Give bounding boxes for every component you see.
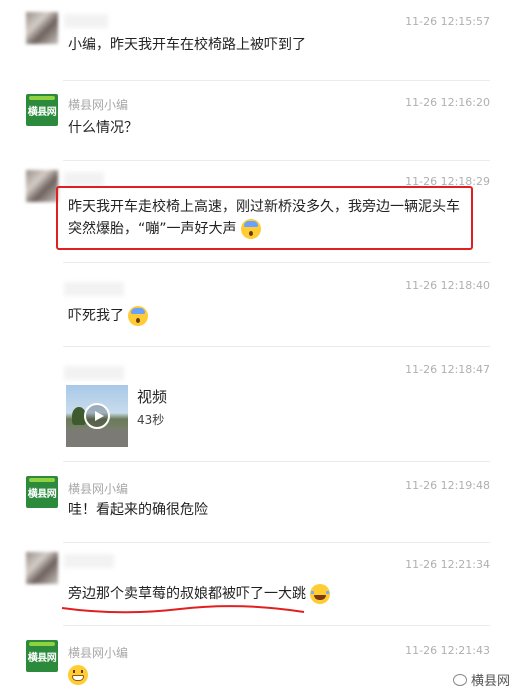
message-divider (63, 625, 490, 626)
wechat-icon (452, 673, 467, 686)
message-time: 11-26 12:21:43 (405, 644, 490, 657)
video-duration: 43秒 (137, 413, 165, 427)
message-divider (63, 160, 490, 161)
blurred-username (64, 172, 104, 186)
message-text: 小编，昨天我开车在校椅路上被吓到了 (68, 37, 306, 53)
message-divider (63, 542, 490, 543)
message-text: 吓死我了 (68, 305, 149, 327)
message-time: 11-26 12:18:47 (405, 363, 490, 376)
message-time: 11-26 12:18:40 (405, 279, 490, 292)
message-time: 11-26 12:21:34 (405, 558, 490, 571)
red-underline (61, 605, 305, 614)
message-divider (63, 80, 490, 81)
user-avatar[interactable] (26, 12, 58, 44)
message-text: 哇！看起来的确很危险 (68, 502, 208, 518)
red-highlight-box (56, 186, 473, 250)
message-divider (63, 346, 490, 347)
watermark: 横县网 (452, 670, 510, 689)
blurred-username (64, 282, 124, 296)
play-icon[interactable] (84, 403, 110, 429)
grin-emoji-icon (68, 665, 88, 685)
blurred-username (64, 554, 114, 568)
scream-emoji-icon (128, 306, 149, 326)
blurred-username (64, 14, 108, 28)
message-time: 11-26 12:19:48 (405, 479, 490, 492)
sender-name: 横县网小编 (68, 482, 129, 496)
message-divider (63, 461, 490, 462)
message-divider (63, 262, 490, 263)
message-text (68, 664, 88, 686)
message-text: 什么情况？ (68, 120, 138, 136)
blurred-username (64, 366, 124, 380)
video-thumbnail[interactable] (66, 385, 128, 447)
user-avatar[interactable] (26, 170, 58, 202)
hengxian-logo-avatar[interactable]: 横县网 (26, 94, 58, 126)
message-time: 11-26 12:15:57 (405, 15, 490, 28)
message-time: 11-26 12:16:20 (405, 96, 490, 109)
laugh-emoji-icon (310, 584, 331, 604)
hengxian-logo-avatar[interactable]: 横县网 (26, 476, 58, 508)
sender-name: 横县网小编 (68, 646, 129, 660)
hengxian-logo-avatar[interactable]: 横县网 (26, 640, 58, 672)
sender-name: 横县网小编 (68, 98, 129, 112)
user-avatar[interactable] (26, 552, 58, 584)
road-graphic (66, 429, 128, 447)
video-title: 视频 (137, 388, 168, 406)
